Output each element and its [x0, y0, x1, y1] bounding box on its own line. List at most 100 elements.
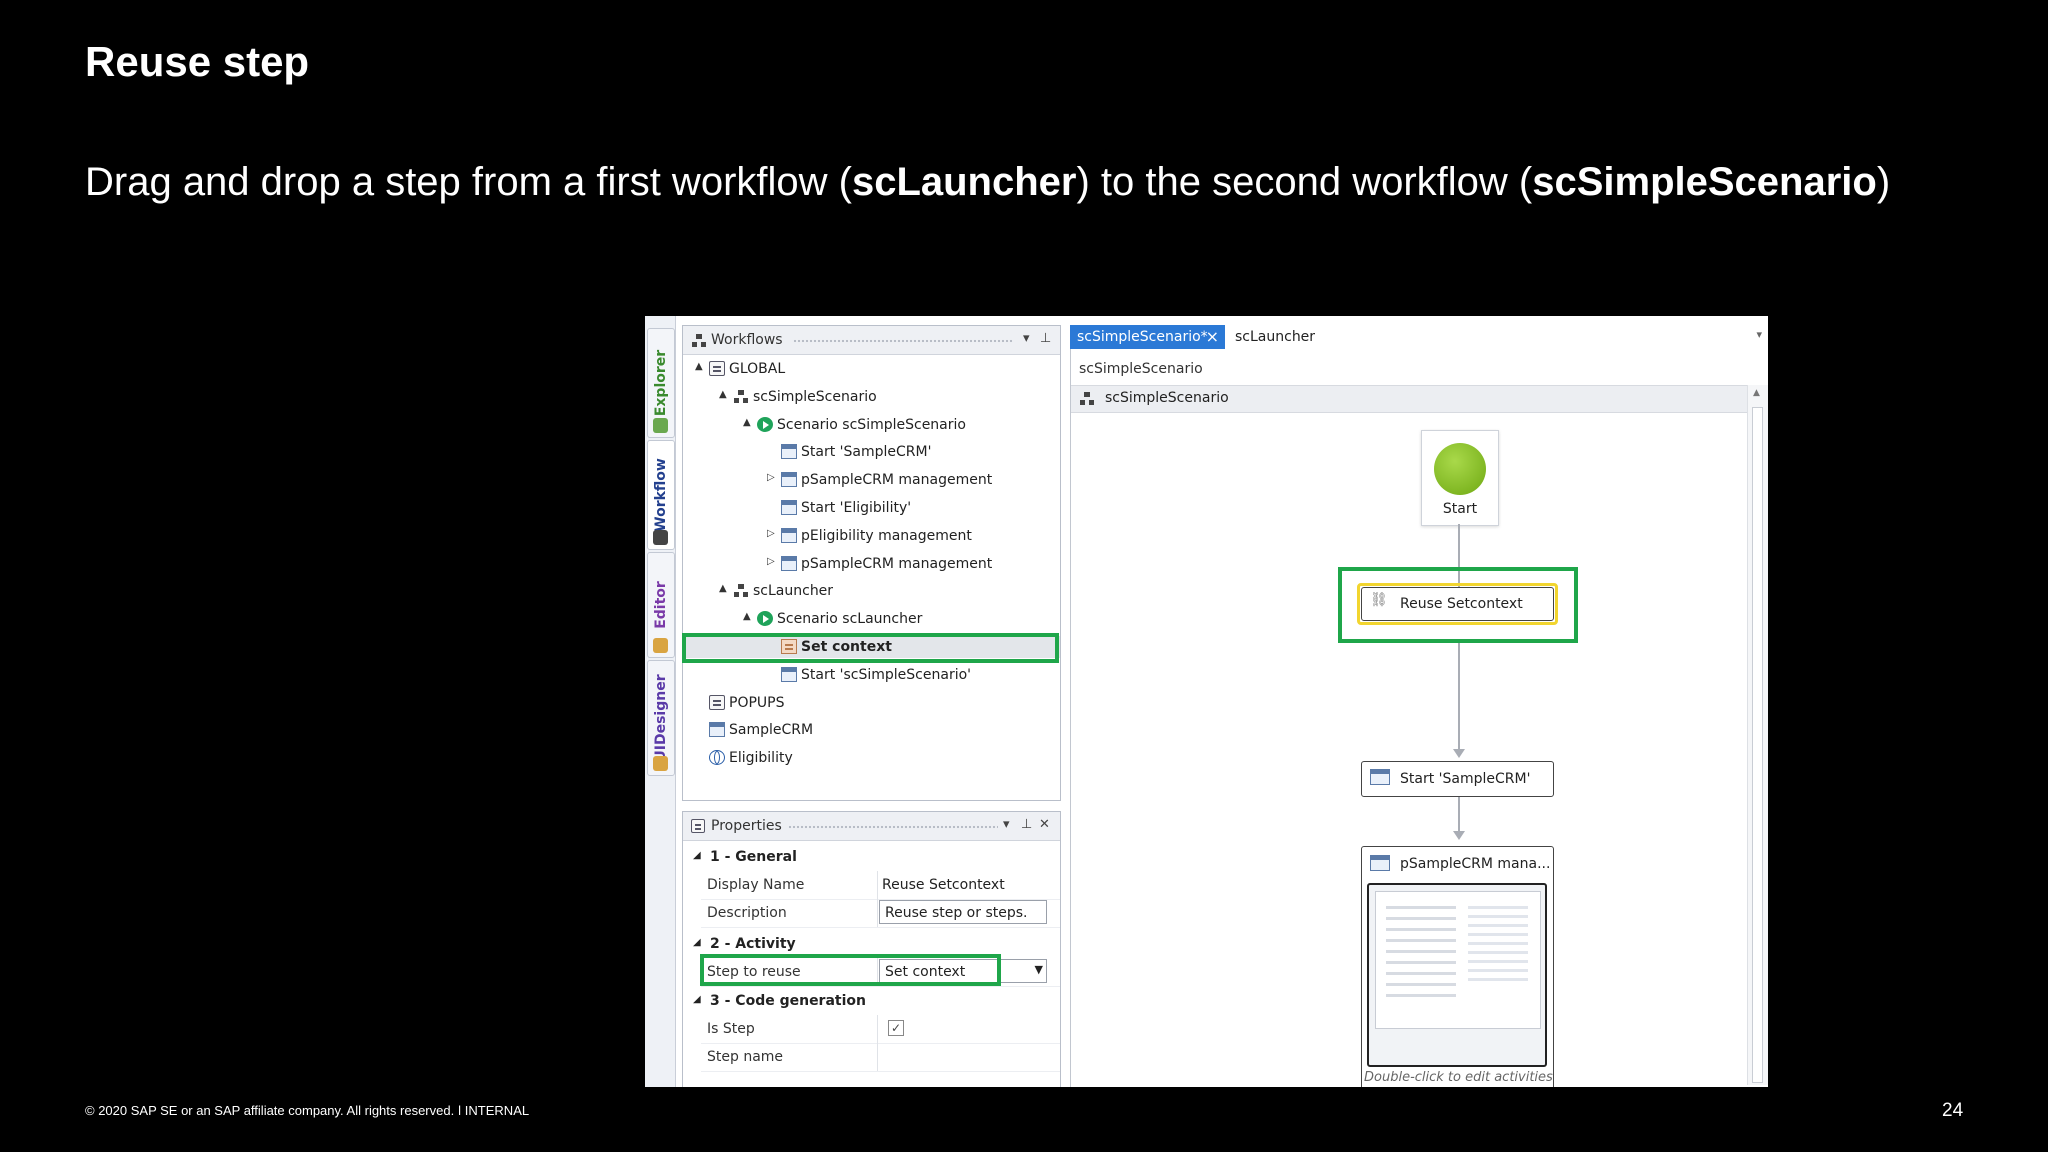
preview-form-lines	[1386, 906, 1456, 1002]
editor-icon	[653, 638, 668, 653]
collapse-arrow-icon[interactable]: ◢	[693, 937, 701, 948]
designer-header: scSimpleScenario	[1071, 385, 1747, 413]
tab-overflow-icon[interactable]: ▾	[1756, 328, 1762, 341]
start-circle-icon	[1434, 443, 1486, 495]
prop-row-description[interactable]: Description Reuse step or steps.	[701, 899, 1060, 928]
connector	[1458, 643, 1460, 753]
tree-item[interactable]: ▲ GLOBAL	[683, 358, 1060, 380]
expand-arrow-icon[interactable]: ▷	[767, 472, 775, 483]
side-tab-workflow[interactable]: Workflow	[647, 440, 675, 550]
prop-divider	[877, 1015, 878, 1043]
tree-item[interactable]: ▷ pEligibility management	[683, 525, 1060, 547]
reuse-setcontext-node[interactable]: ⛓ Reuse Setcontext	[1361, 587, 1554, 621]
workflows-panel-header: Workflows ▾ ⊥	[683, 326, 1060, 355]
scrollbar-thumb[interactable]	[1752, 407, 1763, 1083]
subtitle-scsimplescenario: scSimpleScenario	[1532, 160, 1877, 204]
node-label: Start 'SampleCRM'	[1400, 771, 1531, 787]
tree-item[interactable]: Start 'SampleCRM'	[683, 441, 1060, 463]
screen-icon	[781, 527, 797, 543]
expand-arrow-icon[interactable]: ▷	[767, 556, 775, 567]
tree-item[interactable]: Eligibility	[683, 747, 1060, 769]
psamplecrm-node[interactable]: pSampleCRM mana... Double-click to edit …	[1361, 846, 1554, 1087]
page-number: 24	[1942, 1100, 1964, 1121]
pin-icon[interactable]: ⊥	[1021, 817, 1032, 832]
tree-item[interactable]: ▲ scLauncher	[683, 580, 1060, 602]
tree-item-label: pSampleCRM management	[801, 472, 993, 489]
collapse-arrow-icon[interactable]: ▲	[695, 361, 703, 372]
description-input[interactable]: Reuse step or steps.	[879, 900, 1047, 924]
dropdown-icon[interactable]: ▾	[1023, 331, 1030, 346]
tree-item-label: POPUPS	[729, 694, 785, 711]
collapse-arrow-icon[interactable]: ▲	[743, 417, 751, 428]
pin-icon[interactable]: ⊥	[1040, 331, 1051, 346]
panel-title: Properties	[711, 818, 782, 834]
tree-item[interactable]: ▲ Scenario scSimpleScenario	[683, 414, 1060, 436]
dropdown-icon[interactable]: ▾	[1003, 817, 1010, 832]
tree-item[interactable]: POPUPS	[683, 692, 1060, 714]
vertical-scrollbar[interactable]: ▲	[1747, 385, 1768, 1085]
side-tab-label: Editor	[653, 581, 669, 629]
tab-scsimplescenario[interactable]: scSimpleScenario* ×	[1070, 325, 1225, 349]
tree-item[interactable]: ▲ Scenario scLauncher	[683, 608, 1060, 630]
prop-divider	[877, 871, 878, 899]
collapse-arrow-icon[interactable]: ▲	[719, 389, 727, 400]
prop-divider	[877, 899, 878, 927]
document-tab-bar: scSimpleScenario* × scLauncher ▾	[1070, 325, 1768, 352]
side-tab-uidesigner[interactable]: UIDesigner	[647, 660, 675, 776]
tab-sclauncher[interactable]: scLauncher	[1235, 329, 1315, 345]
expand-arrow-icon[interactable]: ▷	[767, 528, 775, 539]
chevron-down-icon[interactable]: ▼	[1035, 963, 1043, 976]
category-label: 3 - Code generation	[710, 993, 866, 1009]
subtitle-part: ) to the second workflow (	[1076, 160, 1533, 204]
drag-grip[interactable]	[788, 825, 998, 829]
scroll-up-icon[interactable]: ▲	[1753, 388, 1760, 398]
screen-icon	[781, 555, 797, 571]
prop-row-step-name[interactable]: Step name	[701, 1043, 1060, 1072]
collapse-arrow-icon[interactable]: ▲	[743, 611, 751, 622]
prop-category-codegen[interactable]: ◢ 3 - Code generation	[683, 987, 1060, 1015]
workflow-icon	[691, 333, 705, 347]
side-tab-label: Workflow	[653, 458, 669, 532]
drag-grip[interactable]	[793, 339, 1013, 343]
tree-item[interactable]: Start 'Eligibility'	[683, 497, 1060, 519]
close-icon[interactable]: ✕	[1039, 817, 1050, 832]
close-icon[interactable]: ×	[1206, 327, 1219, 346]
tree-item[interactable]: Start 'scSimpleScenario'	[683, 664, 1060, 686]
slide-title: Reuse step	[85, 38, 310, 85]
description-value: Reuse step or steps.	[885, 905, 1028, 921]
prop-category-general[interactable]: ◢ 1 - General	[683, 843, 1060, 871]
tree-item[interactable]: SampleCRM	[683, 719, 1060, 741]
is-step-checkbox[interactable]: ✓	[888, 1020, 904, 1036]
tree-item-label: pEligibility management	[801, 527, 972, 544]
arrow-head	[1453, 831, 1465, 840]
collapse-arrow-icon[interactable]: ◢	[693, 850, 701, 861]
tree-item-label: scSimpleScenario	[753, 388, 877, 405]
connector	[1458, 797, 1460, 835]
tree-item[interactable]: ▷ pSampleCRM management	[683, 469, 1060, 491]
prop-row-display-name[interactable]: Display Name Reuse Setcontext	[701, 871, 1060, 900]
globe-icon	[709, 750, 725, 766]
tree-item-label: scLauncher	[753, 583, 834, 600]
activity-preview[interactable]	[1367, 883, 1547, 1067]
prop-name: Description	[707, 905, 787, 921]
workflow-icon	[653, 530, 668, 545]
slide-subtitle: Drag and drop a step from a first workfl…	[85, 160, 1890, 205]
tree-item-label: Scenario scSimpleScenario	[777, 416, 966, 433]
side-tab-explorer[interactable]: Explorer	[647, 328, 675, 438]
start-node[interactable]: Start	[1421, 430, 1499, 526]
collapse-arrow-icon[interactable]: ◢	[693, 994, 701, 1005]
breadcrumb[interactable]: scSimpleScenario	[1079, 361, 1203, 377]
side-tab-editor[interactable]: Editor	[647, 552, 675, 658]
properties-panel-header: Properties ▾ ⊥ ✕	[683, 812, 1060, 841]
screen-icon	[781, 500, 797, 515]
prop-value[interactable]: Reuse Setcontext	[882, 877, 1005, 893]
tree-item[interactable]: ▲ scSimpleScenario	[683, 386, 1060, 408]
collapse-arrow-icon[interactable]: ▲	[719, 583, 727, 594]
prop-row-is-step[interactable]: Is Step ✓	[701, 1015, 1060, 1044]
subtitle-part: )	[1876, 160, 1891, 204]
workflow-icon	[1079, 391, 1095, 406]
start-samplecrm-node[interactable]: Start 'SampleCRM'	[1361, 761, 1554, 797]
tree-item-label: SampleCRM	[729, 722, 814, 739]
prop-name: Is Step	[707, 1021, 755, 1037]
tree-item[interactable]: ▷ pSampleCRM management	[683, 553, 1060, 575]
